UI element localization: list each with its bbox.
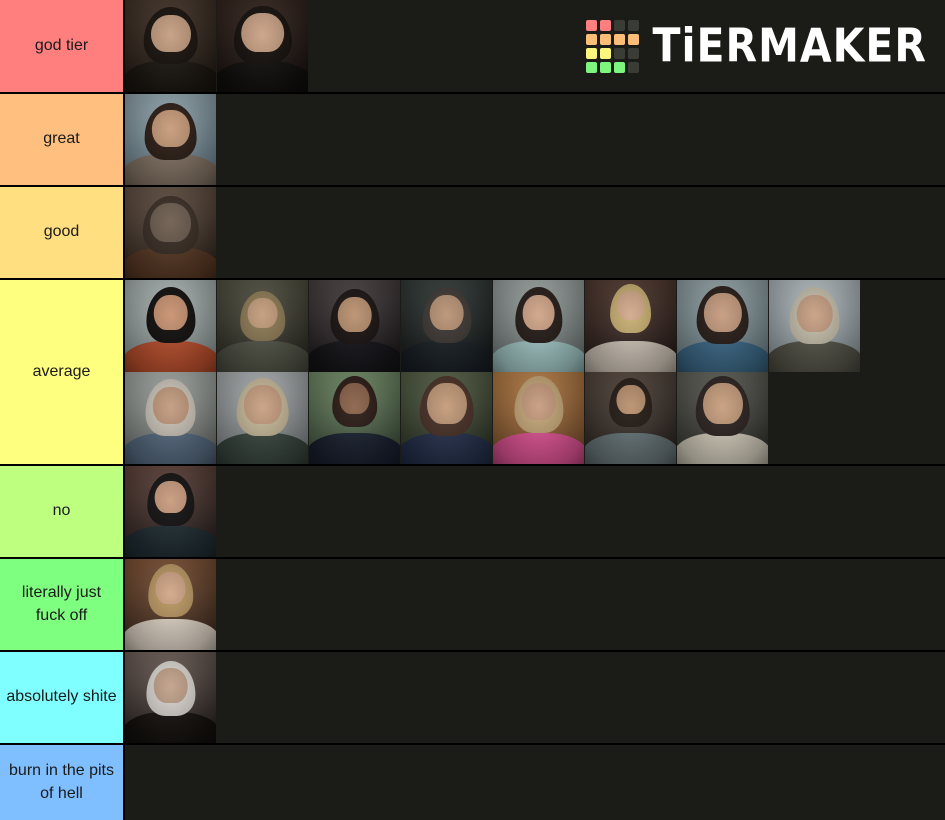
tier-row: great <box>0 94 945 187</box>
thumbnail-image <box>585 280 676 372</box>
logo-cell-7 <box>627 33 639 45</box>
tier-label[interactable]: absolutely shite <box>0 652 125 743</box>
tier-items-dropzone[interactable] <box>125 559 945 650</box>
tier-items-dropzone[interactable] <box>125 187 945 278</box>
tier-item-thumbnail[interactable] <box>493 372 584 464</box>
tiermaker-branding: TiERMAKER <box>585 14 927 78</box>
logo-cell-14 <box>613 61 625 73</box>
logo-cell-9 <box>599 47 611 59</box>
tier-row: absolutely shite <box>0 652 945 745</box>
logo-cell-15 <box>627 61 639 73</box>
thumbnail-image <box>401 372 492 464</box>
tier-item-thumbnail[interactable] <box>125 559 216 650</box>
tier-item-thumbnail[interactable] <box>217 0 308 92</box>
tier-row: good <box>0 187 945 280</box>
tier-items-dropzone[interactable] <box>125 745 945 820</box>
tier-label[interactable]: god tier <box>0 0 125 92</box>
logo-cell-0 <box>585 19 597 31</box>
thumbnail-image <box>125 94 216 185</box>
logo-cell-5 <box>599 33 611 45</box>
tier-items-dropzone[interactable] <box>125 94 945 185</box>
tier-label[interactable]: good <box>0 187 125 278</box>
thumbnail-image <box>217 372 308 464</box>
thumbnail-image <box>309 372 400 464</box>
tier-rows-container: god tier great good average no literally just… <box>0 0 945 820</box>
tier-row: no <box>0 466 945 559</box>
tier-item-thumbnail[interactable] <box>309 280 400 372</box>
thumbnail-image <box>309 280 400 372</box>
tier-item-thumbnail[interactable] <box>769 280 860 372</box>
tier-items-dropzone[interactable] <box>125 652 945 743</box>
thumbnail-image <box>125 187 216 278</box>
tier-item-thumbnail[interactable] <box>125 0 216 92</box>
tier-label[interactable]: average <box>0 280 125 464</box>
thumbnail-image <box>401 280 492 372</box>
logo-cell-12 <box>585 61 597 73</box>
tier-label[interactable]: no <box>0 466 125 557</box>
tier-item-thumbnail[interactable] <box>493 280 584 372</box>
tier-label[interactable]: burn in the pits of hell <box>0 745 125 820</box>
tier-label[interactable]: great <box>0 94 125 185</box>
logo-cell-10 <box>613 47 625 59</box>
tier-label[interactable]: literally just fuck off <box>0 559 125 650</box>
tier-item-thumbnail[interactable] <box>677 372 768 464</box>
logo-cell-1 <box>599 19 611 31</box>
thumbnail-image <box>493 280 584 372</box>
logo-cell-13 <box>599 61 611 73</box>
tier-item-thumbnail[interactable] <box>401 372 492 464</box>
thumbnail-image <box>677 372 768 464</box>
tier-item-thumbnail[interactable] <box>125 94 216 185</box>
tier-item-thumbnail[interactable] <box>401 280 492 372</box>
thumbnail-image <box>125 372 216 464</box>
tier-item-thumbnail[interactable] <box>677 280 768 372</box>
thumbnail-image <box>125 559 216 650</box>
logo-cell-6 <box>613 33 625 45</box>
thumbnail-image <box>493 372 584 464</box>
logo-cell-2 <box>613 19 625 31</box>
tier-item-thumbnail[interactable] <box>125 466 216 557</box>
logo-cell-8 <box>585 47 597 59</box>
logo-cell-3 <box>627 19 639 31</box>
tiermaker-wordmark: TiERMAKER <box>652 18 927 73</box>
tier-item-thumbnail[interactable] <box>217 280 308 372</box>
tier-list-app: TiERMAKER god tier great good average no lite… <box>0 0 945 820</box>
tier-row: burn in the pits of hell <box>0 745 945 820</box>
tier-item-thumbnail[interactable] <box>125 652 216 743</box>
thumbnail-image <box>217 0 308 92</box>
thumbnail-image <box>677 280 768 372</box>
thumbnail-image <box>769 280 860 372</box>
tier-item-thumbnail[interactable] <box>585 280 676 372</box>
thumbnail-image <box>585 372 676 464</box>
thumbnail-image <box>125 652 216 743</box>
tier-item-thumbnail[interactable] <box>125 372 216 464</box>
tier-item-thumbnail[interactable] <box>217 372 308 464</box>
tier-item-thumbnail[interactable] <box>309 372 400 464</box>
tier-item-thumbnail[interactable] <box>585 372 676 464</box>
tier-row: literally just fuck off <box>0 559 945 652</box>
thumbnail-image <box>125 466 216 557</box>
thumbnail-image <box>125 280 216 372</box>
tiermaker-grid-logo <box>585 19 639 73</box>
tier-item-thumbnail[interactable] <box>125 187 216 278</box>
logo-cell-4 <box>585 33 597 45</box>
tier-item-thumbnail[interactable] <box>125 280 216 372</box>
tier-items-dropzone[interactable] <box>125 280 945 464</box>
tier-items-dropzone[interactable] <box>125 466 945 557</box>
thumbnail-image <box>217 280 308 372</box>
logo-cell-11 <box>627 47 639 59</box>
thumbnail-image <box>125 0 216 92</box>
tier-row: average <box>0 280 945 466</box>
